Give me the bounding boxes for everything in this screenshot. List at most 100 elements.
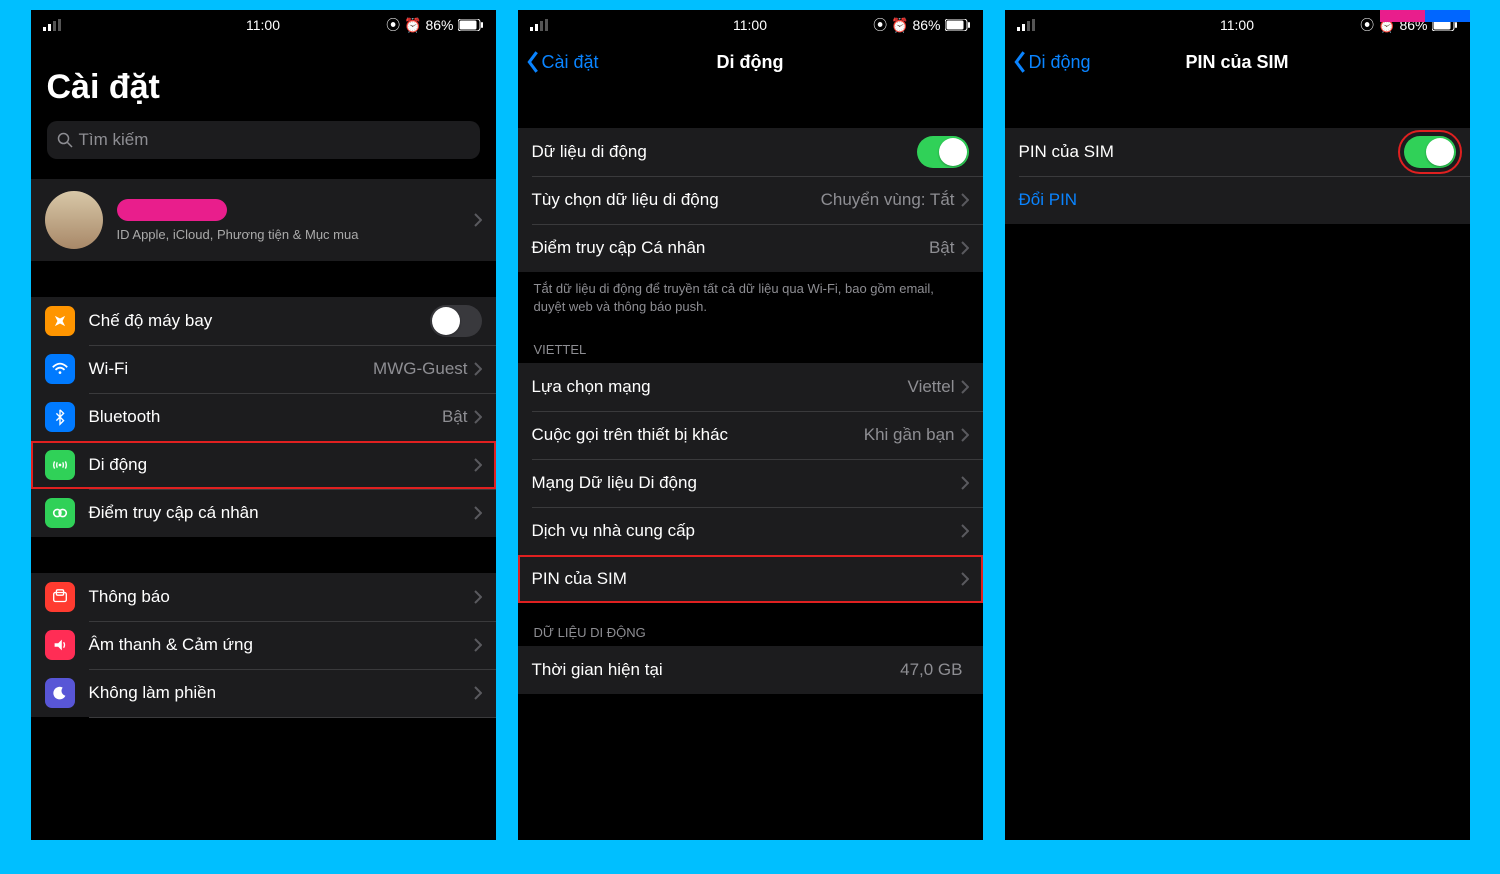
search-input[interactable]: Tìm kiếm: [47, 121, 480, 159]
profile-row[interactable]: ID Apple, iCloud, Phương tiện & Mục mua: [31, 179, 496, 261]
row-hotspot[interactable]: Điểm truy cập cá nhân: [31, 489, 496, 537]
status-right: ⦿ ⏰ 86%: [873, 15, 970, 35]
search-icon: [57, 132, 73, 148]
battery-icon: [458, 19, 484, 31]
row-value: MWG-Guest: [373, 359, 467, 379]
page-title: Cài đặt: [31, 40, 496, 115]
row-label: Thời gian hiện tại: [532, 660, 901, 680]
row-label: Tùy chọn dữ liệu di động: [532, 190, 821, 210]
avatar: [45, 191, 103, 249]
signal-icon: [43, 19, 61, 31]
row-dnd[interactable]: Không làm phiền: [31, 669, 496, 717]
row-label: PIN của SIM: [532, 569, 961, 589]
row-label: Cuộc gọi trên thiết bị khác: [532, 425, 864, 445]
chevron-right-icon: [474, 686, 482, 700]
profile-name-redacted: [117, 199, 227, 221]
search-placeholder: Tìm kiếm: [79, 130, 149, 150]
bluetooth-icon: [45, 402, 75, 432]
chevron-right-icon: [474, 638, 482, 652]
row-label: Âm thanh & Cảm ứng: [89, 635, 474, 655]
status-time: 11:00: [246, 17, 280, 33]
row-calls-other-devices[interactable]: Cuộc gọi trên thiết bị khác Khi gần bạn: [518, 411, 983, 459]
chevron-right-icon: [961, 428, 969, 442]
screen-cellular: 11:00 ⦿ ⏰ 86% Cài đặt Di động Dữ liệu di…: [518, 10, 983, 840]
carrier-header: VIETTEL: [518, 320, 983, 363]
decorative-stripe: [1380, 10, 1470, 22]
section-footer: Tắt dữ liệu di động để truyền tất cả dữ …: [518, 272, 983, 320]
battery-percent: 86%: [912, 17, 940, 33]
row-label: Không làm phiền: [89, 683, 474, 703]
dnd-icon: [45, 678, 75, 708]
cellular-data-toggle[interactable]: [917, 136, 969, 168]
row-value: Bật: [929, 238, 955, 258]
sounds-icon: [45, 630, 75, 660]
status-bar: 11:00 ⦿ ⏰ 86%: [31, 10, 496, 40]
chevron-right-icon: [474, 410, 482, 424]
sim-pin-toggle[interactable]: [1404, 136, 1456, 168]
row-label: Đổi PIN: [1019, 190, 1456, 210]
back-button[interactable]: Cài đặt: [526, 51, 599, 73]
status-time: 11:00: [733, 17, 767, 33]
row-label: Bluetooth: [89, 407, 442, 427]
back-button[interactable]: Di động: [1013, 51, 1091, 73]
back-label: Cài đặt: [542, 52, 599, 73]
row-label: Chế độ máy bay: [89, 311, 430, 331]
chevron-right-icon: [961, 241, 969, 255]
navbar: Di động PIN của SIM: [1005, 40, 1470, 84]
status-time: 11:00: [1220, 17, 1254, 33]
battery-percent: 86%: [425, 17, 453, 33]
row-label: Lựa chọn mạng: [532, 377, 908, 397]
chevron-right-icon: [474, 458, 482, 472]
chevron-right-icon: [961, 476, 969, 490]
row-label: Điểm truy cập Cá nhân: [532, 238, 929, 258]
row-network-selection[interactable]: Lựa chọn mạng Viettel: [518, 363, 983, 411]
chevron-right-icon: [474, 590, 482, 604]
row-cellular-data[interactable]: Dữ liệu di động: [518, 128, 983, 176]
usage-header: DỮ LIỆU DI ĐỘNG: [518, 603, 983, 646]
row-data-options[interactable]: Tùy chọn dữ liệu di động Chuyển vùng: Tắ…: [518, 176, 983, 224]
row-label: Mạng Dữ liệu Di động: [532, 473, 961, 493]
status-bar: 11:00 ⦿ ⏰ 86%: [518, 10, 983, 40]
row-change-pin[interactable]: Đổi PIN: [1005, 176, 1470, 224]
screen-settings: 11:00 ⦿ ⏰ 86% Cài đặt Tìm kiếm ID Apple,…: [31, 10, 496, 840]
signal-icon: [530, 19, 548, 31]
screen-sim-pin: 11:00 ⦿ ⏰ 86% Di động PIN của SIM PIN củ…: [1005, 10, 1470, 840]
row-label: Dịch vụ nhà cung cấp: [532, 521, 961, 541]
profile-subtitle: ID Apple, iCloud, Phương tiện & Mục mua: [117, 227, 460, 242]
row-cellular-data-network[interactable]: Mạng Dữ liệu Di động: [518, 459, 983, 507]
row-bluetooth[interactable]: Bluetooth Bật: [31, 393, 496, 441]
navbar: Cài đặt Di động: [518, 40, 983, 84]
cellular-icon: [45, 450, 75, 480]
alarm-icon: ⦿ ⏰: [873, 15, 908, 35]
chevron-right-icon: [474, 362, 482, 376]
row-current-period[interactable]: Thời gian hiện tại 47,0 GB: [518, 646, 983, 694]
row-label: Dữ liệu di động: [532, 142, 917, 162]
row-label: Điểm truy cập cá nhân: [89, 503, 474, 523]
row-value: Khi gần bạn: [864, 425, 955, 445]
nav-title: Di động: [717, 52, 784, 73]
row-airplane[interactable]: Chế độ máy bay: [31, 297, 496, 345]
airplane-icon: [45, 306, 75, 336]
signal-icon: [1017, 19, 1035, 31]
chevron-right-icon: [474, 213, 482, 227]
row-notifications[interactable]: Thông báo: [31, 573, 496, 621]
row-sounds[interactable]: Âm thanh & Cảm ứng: [31, 621, 496, 669]
row-label: Wi-Fi: [89, 359, 374, 379]
row-sim-pin[interactable]: PIN của SIM: [518, 555, 983, 603]
row-wifi[interactable]: Wi-Fi MWG-Guest: [31, 345, 496, 393]
airplane-toggle[interactable]: [430, 305, 482, 337]
chevron-right-icon: [961, 572, 969, 586]
row-label: PIN của SIM: [1019, 142, 1404, 162]
nav-title: PIN của SIM: [1185, 52, 1288, 73]
back-label: Di động: [1029, 52, 1091, 73]
row-sim-pin-toggle[interactable]: PIN của SIM: [1005, 128, 1470, 176]
row-personal-hotspot[interactable]: Điểm truy cập Cá nhân Bật: [518, 224, 983, 272]
row-value: 47,0 GB: [900, 660, 962, 680]
wifi-icon: [45, 354, 75, 384]
row-value: Bật: [442, 407, 468, 427]
row-carrier-services[interactable]: Dịch vụ nhà cung cấp: [518, 507, 983, 555]
hotspot-icon: [45, 498, 75, 528]
row-cellular[interactable]: Di động: [31, 441, 496, 489]
chevron-right-icon: [961, 193, 969, 207]
alarm-icon: ⦿ ⏰: [386, 15, 421, 35]
